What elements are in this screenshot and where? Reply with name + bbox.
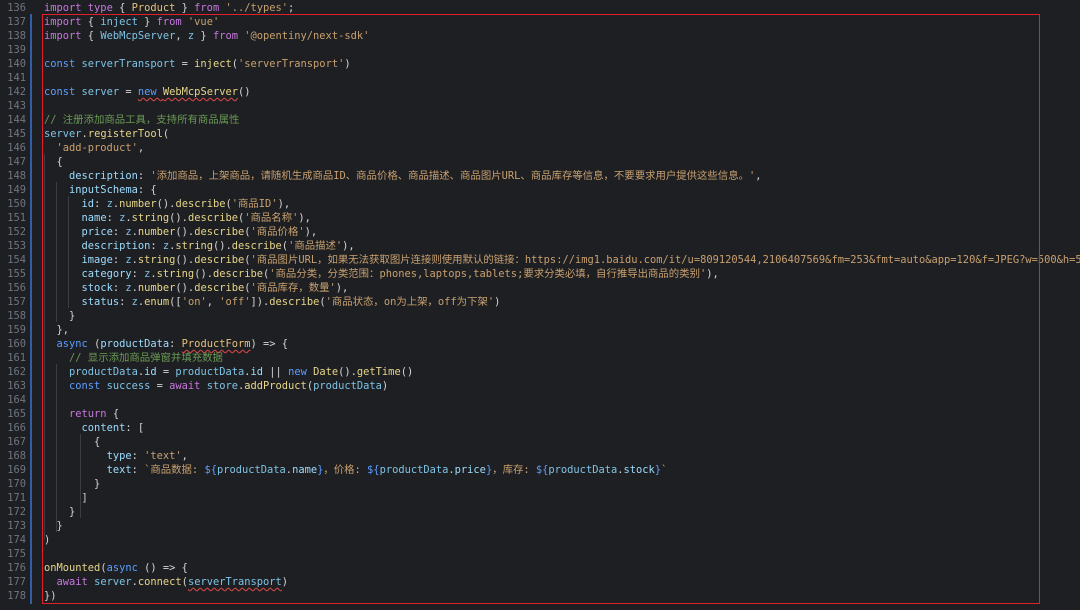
line-number: 174 <box>7 534 26 546</box>
line-number: 144 <box>7 114 26 126</box>
code-token: import <box>44 2 88 14</box>
line-number: 157 <box>7 296 26 308</box>
line-number: 175 <box>7 548 26 560</box>
line-number: 142 <box>7 86 26 98</box>
code-token: { <box>119 2 132 14</box>
line-number: 173 <box>7 520 26 532</box>
line-number: 136 <box>7 2 26 14</box>
line-number: 138 <box>7 30 26 42</box>
line-number: 140 <box>7 58 26 70</box>
line-number: 177 <box>7 576 26 588</box>
line-number: 149 <box>7 184 26 196</box>
line-number: 160 <box>7 338 26 350</box>
line-number: 148 <box>7 170 26 182</box>
code-line[interactable]: import type { Product } from '../types'; <box>44 1 294 15</box>
line-number: 147 <box>7 156 26 168</box>
line-number: 139 <box>7 44 26 56</box>
code-token: Product <box>131 2 176 14</box>
line-number: 168 <box>7 450 26 462</box>
line-number: 154 <box>7 254 26 266</box>
line-number: 167 <box>7 436 26 448</box>
code-editor[interactable]: 136 137 138 139 140 141 142 143 144 145 146 147 148 1… <box>0 0 1080 610</box>
line-number: 137 <box>7 16 26 28</box>
line-number: 155 <box>7 268 26 280</box>
code-token: from <box>194 2 226 14</box>
line-number: 178 <box>7 590 26 602</box>
line-number: 150 <box>7 198 26 210</box>
line-number: 153 <box>7 240 26 252</box>
code-token: ; <box>288 2 295 14</box>
line-number: 146 <box>7 142 26 154</box>
line-number: 161 <box>7 352 26 364</box>
code-token: '../types' <box>225 2 289 14</box>
code-token: type <box>87 2 120 14</box>
line-number: 145 <box>7 128 26 140</box>
line-number: 141 <box>7 72 26 84</box>
line-number: 162 <box>7 366 26 378</box>
line-number: 172 <box>7 506 26 518</box>
line-number: 163 <box>7 380 26 392</box>
selection-highlight-box <box>42 14 1040 604</box>
line-number: 158 <box>7 310 26 322</box>
line-number-gutter: 136 137 138 139 140 141 142 143 144 145 146 147 148 1… <box>0 0 30 610</box>
line-number: 170 <box>7 478 26 490</box>
line-number: 156 <box>7 282 26 294</box>
line-number: 166 <box>7 422 26 434</box>
line-number: 164 <box>7 394 26 406</box>
line-number: 171 <box>7 492 26 504</box>
line-number: 165 <box>7 408 26 420</box>
line-number: 159 <box>7 324 26 336</box>
line-number: 152 <box>7 226 26 238</box>
modified-lines-marker <box>30 14 32 604</box>
line-number: 169 <box>7 464 26 476</box>
line-number: 151 <box>7 212 26 224</box>
line-number: 143 <box>7 100 26 112</box>
line-number: 176 <box>7 562 26 574</box>
code-token: } <box>175 2 195 14</box>
